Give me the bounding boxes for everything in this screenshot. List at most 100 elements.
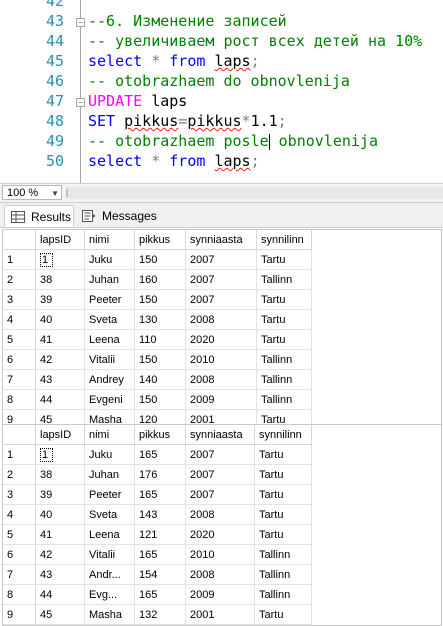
table-cell[interactable]: Juku <box>84 249 135 270</box>
table-cell[interactable]: 41 <box>35 524 85 545</box>
table-row[interactable]: 1 1 Juku 165 2007 Tartu <box>3 444 312 465</box>
table-cell[interactable]: 2009 <box>185 389 257 410</box>
column-header-lapsid[interactable]: lapsID <box>35 425 85 445</box>
table-cell[interactable]: Tartu <box>254 464 312 485</box>
table-cell[interactable]: 2007 <box>185 464 255 485</box>
table-cell[interactable]: Leena <box>84 524 135 545</box>
code-line[interactable]: --6. Изменение записей <box>88 12 287 30</box>
table-cell[interactable]: Tartu <box>256 249 312 270</box>
table-row[interactable]: 9 45 Masha 132 2001 Tartu <box>3 604 312 625</box>
table-cell[interactable]: Sveta <box>84 504 135 525</box>
table-row[interactable]: 4 40 Sveta 130 2008 Tartu <box>3 309 312 330</box>
table-cell[interactable]: 44 <box>35 389 85 410</box>
row-number[interactable]: 3 <box>3 484 36 505</box>
table-cell[interactable]: Andrey <box>84 369 135 390</box>
tab-messages[interactable]: Messages <box>76 205 158 227</box>
fold-collapse-icon[interactable]: − <box>76 18 85 27</box>
table-cell[interactable]: 1 <box>35 249 85 270</box>
table-cell[interactable]: Tallinn <box>256 349 312 370</box>
table-cell[interactable]: 39 <box>35 289 85 310</box>
table-cell[interactable]: 165 <box>134 544 186 565</box>
row-number[interactable]: 6 <box>3 349 36 370</box>
table-cell[interactable]: Peeter <box>84 289 135 310</box>
table-row[interactable]: 4 40 Sveta 143 2008 Tartu <box>3 504 312 525</box>
table-cell[interactable]: 41 <box>35 329 85 350</box>
table-row[interactable]: 5 41 Leena 110 2020 Tartu <box>3 329 312 350</box>
table-cell[interactable]: 150 <box>134 289 186 310</box>
table-cell[interactable]: 38 <box>35 269 85 290</box>
table-cell[interactable]: Tartu <box>254 484 312 505</box>
table-cell[interactable]: 150 <box>134 349 186 370</box>
table-cell[interactable]: Tartu <box>254 604 312 625</box>
table-cell[interactable]: 140 <box>134 369 186 390</box>
table-cell[interactable]: 43 <box>35 369 85 390</box>
column-header-pikkus[interactable]: pikkus <box>134 425 186 445</box>
table-row[interactable]: 2 38 Juhan 176 2007 Tartu <box>3 464 312 485</box>
tab-results[interactable]: Results <box>4 205 74 227</box>
table-cell[interactable]: 38 <box>35 464 85 485</box>
table-cell[interactable]: 160 <box>134 269 186 290</box>
table-cell[interactable]: Sveta <box>84 309 135 330</box>
row-number[interactable]: 2 <box>3 269 36 290</box>
table-cell[interactable]: 1 <box>35 444 85 465</box>
table-cell[interactable]: Vitalii <box>84 544 135 565</box>
table-cell[interactable]: Juku <box>84 444 135 465</box>
row-number[interactable]: 4 <box>3 504 36 525</box>
column-header-synniaasta[interactable]: synniaasta <box>185 230 257 250</box>
table-cell[interactable]: 2009 <box>185 584 255 605</box>
table-cell[interactable]: 165 <box>134 584 186 605</box>
table-cell[interactable]: 143 <box>134 504 186 525</box>
table-row[interactable]: 1 1 Juku 150 2007 Tartu <box>3 249 312 270</box>
table-cell[interactable]: 2008 <box>185 504 255 525</box>
table-cell[interactable]: 130 <box>134 309 186 330</box>
table-cell[interactable]: 2007 <box>185 444 255 465</box>
table-cell[interactable]: 2001 <box>185 604 255 625</box>
table-cell[interactable]: 40 <box>35 504 85 525</box>
zoom-dropdown[interactable]: 100 % ▼ <box>2 185 62 200</box>
table-row[interactable]: 8 44 Evg... 165 2009 Tallinn <box>3 584 312 605</box>
column-header-nimi[interactable]: nimi <box>84 230 135 250</box>
fold-collapse-icon[interactable]: − <box>76 98 85 107</box>
table-cell[interactable]: Evg... <box>84 584 135 605</box>
horizontal-scrollbar[interactable] <box>66 187 443 199</box>
grid-corner-cell[interactable] <box>3 230 36 250</box>
table-cell[interactable]: Tallinn <box>254 544 312 565</box>
table-cell[interactable]: 2008 <box>185 564 255 585</box>
table-cell[interactable]: 2008 <box>185 369 257 390</box>
table-cell[interactable]: Tallinn <box>256 389 312 410</box>
table-row[interactable]: 6 42 Vitalii 165 2010 Tallinn <box>3 544 312 565</box>
code-line[interactable]: select * from laps; <box>88 152 260 170</box>
code-line[interactable]: SET pikkus=pikkus*1.1; <box>88 112 287 130</box>
row-number[interactable]: 5 <box>3 524 36 545</box>
code-line[interactable]: UPDATE laps <box>88 92 187 110</box>
table-row[interactable]: 7 43 Andrey 140 2008 Tallinn <box>3 369 312 390</box>
table-cell[interactable]: Evgeni <box>84 389 135 410</box>
grid-corner-cell[interactable] <box>3 425 36 445</box>
column-header-synnilinn[interactable]: synnilinn <box>254 425 312 445</box>
table-cell[interactable]: Peeter <box>84 484 135 505</box>
row-number[interactable]: 5 <box>3 329 36 350</box>
table-cell[interactable]: 2007 <box>185 269 257 290</box>
table-cell[interactable]: 121 <box>134 524 186 545</box>
table-cell[interactable]: Tartu <box>256 309 312 330</box>
table-cell[interactable]: 110 <box>134 329 186 350</box>
table-cell[interactable]: Tallinn <box>254 584 312 605</box>
sql-editor[interactable]: − − 42 43 --6. Изменение записей 44 -- увели… <box>0 0 443 183</box>
table-row[interactable]: 8 44 Evgeni 150 2009 Tallinn <box>3 389 312 410</box>
table-cell[interactable]: 2010 <box>185 544 255 565</box>
table-cell[interactable]: 2020 <box>185 524 255 545</box>
row-number[interactable]: 4 <box>3 309 36 330</box>
table-cell[interactable]: Tallinn <box>256 369 312 390</box>
row-number[interactable]: 1 <box>3 444 36 465</box>
row-number[interactable]: 2 <box>3 464 36 485</box>
table-cell[interactable]: Tartu <box>254 504 312 525</box>
table-cell[interactable]: 42 <box>35 544 85 565</box>
table-cell[interactable]: 2007 <box>185 249 257 270</box>
table-cell[interactable]: 132 <box>134 604 186 625</box>
table-cell[interactable]: Andr... <box>84 564 135 585</box>
table-row[interactable]: 2 38 Juhan 160 2007 Tallinn <box>3 269 312 290</box>
row-number[interactable]: 3 <box>3 289 36 310</box>
results-grid-after[interactable]: lapsID nimi pikkus synniaasta synnilinn 1 1 Juk… <box>2 424 442 626</box>
table-cell[interactable]: 154 <box>134 564 186 585</box>
table-cell[interactable]: 39 <box>35 484 85 505</box>
